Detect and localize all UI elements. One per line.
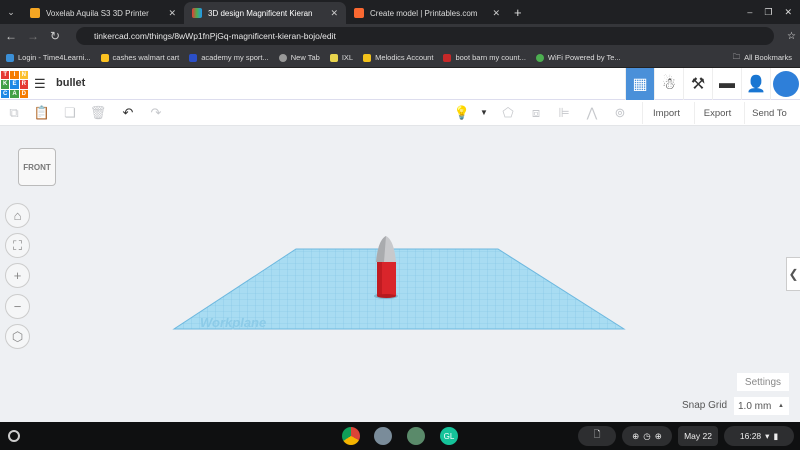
quick-tools[interactable]: ⊕ ◷ ⊕ xyxy=(622,426,672,446)
workplane-label: Workplane xyxy=(200,315,266,330)
wifi-icon: ▾ xyxy=(765,430,770,441)
chrome-app-icon[interactable] xyxy=(342,427,360,445)
date[interactable]: May 22 xyxy=(678,426,718,446)
expand-panel-icon[interactable]: ❮ xyxy=(786,257,800,291)
snap-grid-label: Snap Grid xyxy=(682,400,728,411)
launcher-icon[interactable] xyxy=(8,430,20,442)
settings-button[interactable]: Settings xyxy=(737,373,789,391)
holding-space[interactable]: 🗋 xyxy=(578,426,616,446)
bullet-shape[interactable] xyxy=(374,236,398,299)
snap-grid-select[interactable]: 1.0 mm ▲ xyxy=(734,397,789,415)
app-icon[interactable] xyxy=(407,427,425,445)
battery-icon: ▮ xyxy=(773,430,779,441)
workplane[interactable]: Workplane xyxy=(0,0,800,450)
dropdown-icon: ▲ xyxy=(778,403,784,409)
file-icon: 🗋 xyxy=(593,429,601,439)
app-icon[interactable] xyxy=(374,427,392,445)
grammarly-app-icon[interactable]: GL xyxy=(440,427,458,445)
status-tray[interactable]: 16:28 ▾ ▮ xyxy=(724,426,794,446)
